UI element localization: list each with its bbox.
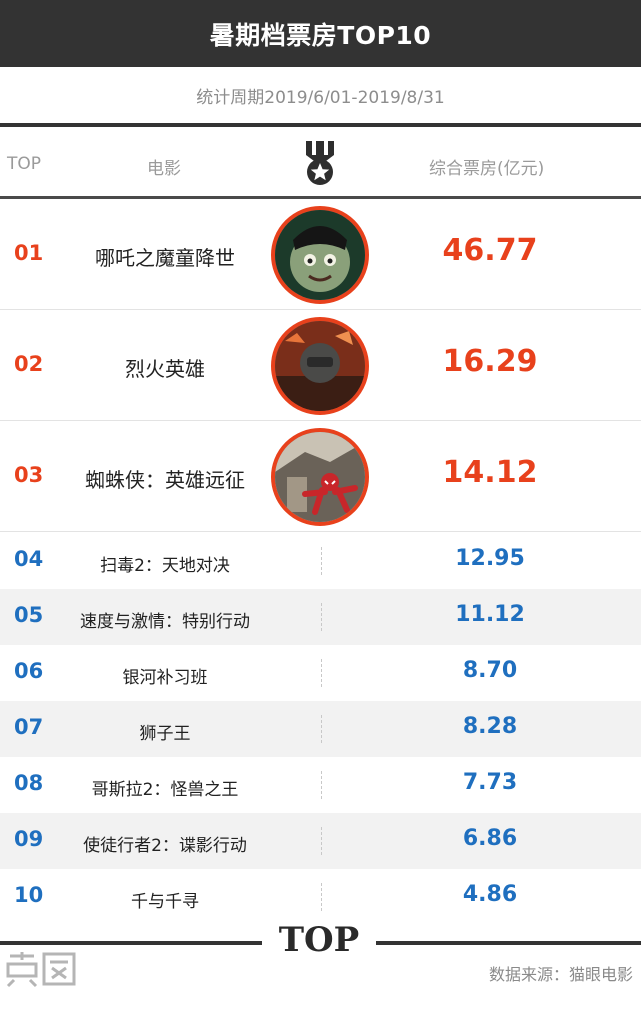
- box-office-value: 7.73: [462, 770, 518, 795]
- rank-label: 03: [14, 463, 44, 487]
- footer-rule-right: [376, 941, 641, 945]
- film-name: 速度与激情：特别行动: [80, 612, 250, 632]
- box-office-value: 12.95: [455, 546, 525, 571]
- rank-label: 06: [14, 659, 44, 683]
- footer-top-mark: TOP: [278, 920, 360, 960]
- film-poster-image: [271, 317, 369, 415]
- column-divider: [321, 771, 322, 799]
- medal-star-icon: [306, 141, 334, 185]
- logo-icon: [6, 952, 76, 988]
- film-name: 哥斯拉2：怪兽之王: [91, 780, 239, 800]
- rank-label: 02: [14, 352, 44, 376]
- film-name: 哪吒之魔童降世: [95, 246, 235, 270]
- rank-label: 10: [14, 883, 44, 907]
- column-divider: [321, 659, 322, 687]
- box-office-value: 11.12: [455, 602, 525, 627]
- header-bar: 暑期档票房TOP10: [0, 0, 641, 67]
- column-box-office: 综合票房(亿元): [429, 159, 545, 179]
- rank-label: 09: [14, 827, 44, 851]
- film-poster-image: [271, 206, 369, 304]
- table-row: 07 狮子王 8.28: [0, 701, 641, 757]
- box-office-value: 46.77: [442, 233, 538, 268]
- film-poster-image: [271, 428, 369, 526]
- table-row: 08 哥斯拉2：怪兽之王 7.73: [0, 757, 641, 813]
- rank-label: 01: [14, 241, 44, 265]
- rank-label: 04: [14, 547, 44, 571]
- film-name: 银河补习班: [122, 668, 208, 688]
- box-office-value: 16.29: [442, 344, 538, 379]
- chart-title: 暑期档票房TOP10: [209, 20, 432, 50]
- column-header: TOP 电影 综合票房(亿元): [0, 127, 641, 197]
- column-rank: TOP: [7, 154, 42, 174]
- column-divider: [321, 603, 322, 631]
- film-name: 使徒行者2：谍影行动: [83, 836, 247, 856]
- table-row: 02 烈火英雄 16.29: [0, 310, 641, 421]
- table-row: 06 银河补习班 8.70: [0, 645, 641, 701]
- film-name: 烈火英雄: [125, 357, 205, 381]
- rank-label: 05: [14, 603, 44, 627]
- column-divider: [321, 547, 322, 575]
- column-divider: [321, 715, 322, 743]
- table-row: 10 千与千寻 4.86: [0, 869, 641, 925]
- box-office-value: 4.86: [462, 882, 518, 907]
- stat-period: 统计周期2019/6/01-2019/8/31: [196, 88, 445, 108]
- film-name: 蜘蛛侠：英雄远征: [85, 468, 245, 492]
- table-row: 05 速度与激情：特别行动 11.12: [0, 589, 641, 645]
- table-row: 03 蜘蛛侠：英雄远征 14.12: [0, 421, 641, 532]
- rank-label: 07: [14, 715, 44, 739]
- footer-rule-left: [0, 941, 262, 945]
- table-row: 01 哪吒之魔童降世 46.77: [0, 199, 641, 310]
- data-source: 数据来源：猫眼电影: [488, 965, 633, 984]
- box-office-value: 8.70: [462, 658, 518, 683]
- column-divider: [321, 827, 322, 855]
- box-office-value: 8.28: [462, 714, 518, 739]
- column-divider: [321, 883, 322, 911]
- table-row: 09 使徒行者2：谍影行动 6.86: [0, 813, 641, 869]
- box-office-value: 14.12: [442, 455, 538, 490]
- film-name: 狮子王: [139, 724, 191, 744]
- rank-label: 08: [14, 771, 44, 795]
- box-office-value: 6.86: [462, 826, 518, 851]
- film-name: 扫毒2：天地对决: [100, 556, 230, 576]
- column-film: 电影: [147, 159, 181, 179]
- film-name: 千与千寻: [131, 892, 199, 912]
- table-row: 04 扫毒2：天地对决 12.95: [0, 533, 641, 589]
